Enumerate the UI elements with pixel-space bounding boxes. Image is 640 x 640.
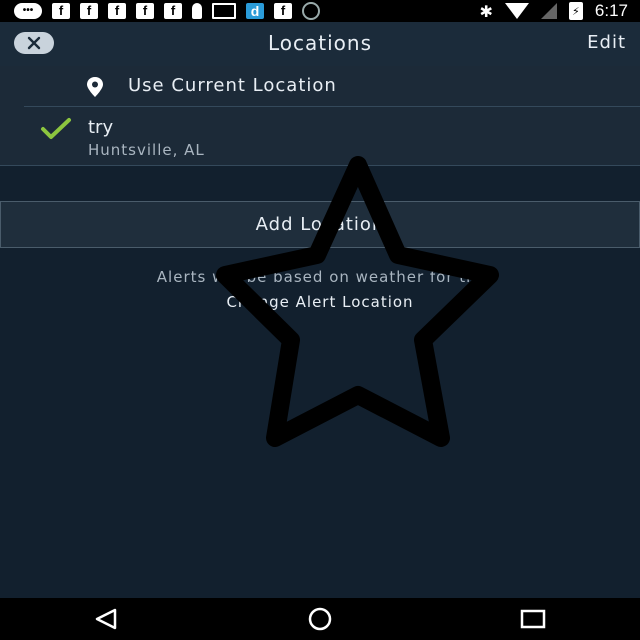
cell-signal-icon (540, 3, 557, 19)
saved-location-subtitle: Huntsville, AL (88, 141, 205, 159)
saved-location-row[interactable]: try Huntsville, AL (0, 107, 640, 165)
facebook-icon: f (274, 3, 292, 19)
notification-icons: ••• f f f f f d f (0, 2, 320, 20)
back-button[interactable] (77, 601, 137, 637)
d-app-icon: d (246, 3, 264, 19)
mail-icon (212, 3, 236, 19)
use-current-location-row[interactable]: Use Current Location (0, 66, 640, 107)
edit-button[interactable]: Edit (587, 32, 626, 53)
status-bar: ••• f f f f f d f ✱ ⚡ 6:17 (0, 0, 640, 22)
facebook-icon: f (80, 3, 98, 19)
ghost-icon (192, 3, 202, 19)
home-icon (308, 607, 332, 631)
recents-icon (521, 609, 546, 629)
checkmark-icon (41, 118, 71, 139)
facebook-icon: f (164, 3, 182, 19)
recents-button[interactable] (503, 601, 563, 637)
saved-location-name: try (88, 117, 114, 138)
back-icon (95, 608, 116, 630)
wifi-icon (504, 3, 529, 19)
header: Locations Edit (0, 22, 640, 67)
battery-charging-icon: ⚡ (568, 2, 583, 20)
bluetooth-icon: ✱ (479, 1, 493, 21)
add-location-button[interactable]: Add Location (0, 201, 640, 248)
clock: 6:17 (594, 1, 628, 20)
message-icon: ••• (14, 3, 42, 19)
facebook-icon: f (108, 3, 126, 19)
use-current-location-label: Use Current Location (128, 75, 337, 96)
location-pin-icon (87, 77, 103, 97)
page-title: Locations (267, 31, 372, 55)
locations-list: Use Current Location try Huntsville, AL (0, 66, 640, 166)
change-alert-location-link[interactable]: Change Alert Location (0, 293, 640, 311)
circle-icon (302, 2, 320, 20)
facebook-icon: f (136, 3, 154, 19)
facebook-icon: f (52, 3, 70, 19)
alerts-note: Alerts will be based on weather for try (156, 268, 484, 286)
navigation-bar (0, 598, 640, 640)
home-button[interactable] (290, 601, 350, 637)
